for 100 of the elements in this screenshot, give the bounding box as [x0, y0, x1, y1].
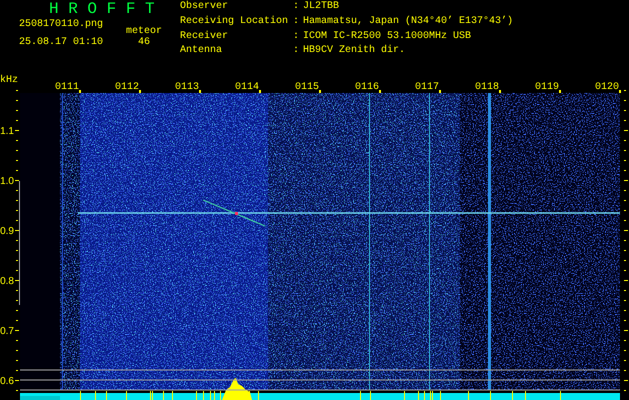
tick-mark	[624, 270, 626, 271]
station-value: JL2TBB	[303, 1, 340, 14]
tick-mark	[624, 300, 626, 301]
tick-mark	[624, 340, 626, 341]
tick-mark	[624, 110, 626, 111]
tick-mark	[624, 120, 626, 121]
date-time: 25.08.17 01:10	[19, 37, 104, 48]
tick-mark	[16, 210, 18, 211]
frequency-axis-label: 0.8	[0, 276, 14, 287]
time-axis-label: 0113	[174, 82, 199, 93]
tick-mark	[16, 110, 18, 111]
colon-separator: :	[293, 45, 300, 58]
tick-mark	[16, 270, 18, 271]
tick-mark	[16, 320, 18, 321]
tick-mark	[624, 280, 628, 281]
tick-mark	[624, 150, 626, 151]
tick-mark	[199, 90, 201, 93]
tick-mark	[16, 390, 18, 391]
tick-mark	[559, 90, 561, 93]
tick-mark	[16, 310, 18, 311]
colon-separator: :	[293, 16, 300, 29]
tick-mark	[15, 330, 19, 331]
axis-unit: kHz	[0, 75, 18, 86]
tick-mark	[16, 190, 18, 191]
station-label: Antenna	[180, 45, 224, 58]
file-name: 2508170110.png	[19, 19, 104, 30]
tick-mark	[319, 90, 321, 93]
station-value: Hamamatsu, Japan (N34°40’ E137°43’)	[303, 16, 514, 29]
station-value: ICOM IC-R2500 53.1000MHz USB	[303, 30, 472, 44]
colon-separator: :	[293, 30, 300, 44]
tick-mark	[16, 240, 18, 241]
time-axis-label: 0114	[234, 82, 259, 93]
frequency-axis-label: 0.6	[0, 376, 14, 387]
tick-mark	[624, 320, 626, 321]
tick-mark	[624, 370, 626, 371]
station-value: HB9CV Zenith dir.	[303, 45, 406, 58]
tick-mark	[16, 250, 18, 251]
time-axis-label: 0118	[474, 82, 499, 93]
station-label: Observer	[180, 1, 230, 14]
tick-mark	[15, 230, 19, 231]
tick-mark	[16, 340, 18, 341]
tick-mark	[139, 90, 141, 93]
tick-mark	[624, 310, 626, 311]
time-axis-label: 0115	[294, 82, 319, 93]
app-title: H R O F F T	[48, 1, 156, 18]
colon-separator: :	[293, 1, 300, 14]
frequency-axis-label: 1.1	[0, 126, 14, 137]
meteor-label: meteor	[126, 26, 162, 37]
tick-mark	[624, 210, 626, 211]
tick-mark	[16, 260, 18, 261]
time-axis-label: 0119	[534, 82, 559, 93]
tick-mark	[15, 280, 19, 281]
time-axis-label: 0112	[114, 82, 139, 93]
time-axis-label: 0111	[54, 82, 79, 93]
tick-mark	[15, 180, 19, 181]
tick-mark	[16, 90, 18, 91]
tick-mark	[379, 90, 381, 93]
tick-mark	[624, 130, 628, 131]
tick-mark	[16, 360, 18, 361]
tick-mark	[16, 160, 18, 161]
tick-mark	[499, 90, 501, 93]
tick-mark	[624, 330, 628, 331]
tick-mark	[624, 350, 626, 351]
tick-mark	[15, 130, 19, 131]
tick-mark	[624, 390, 626, 391]
tick-mark	[624, 140, 626, 141]
tick-mark	[624, 90, 626, 91]
tick-mark	[16, 290, 18, 291]
tick-mark	[624, 260, 626, 261]
tick-mark	[624, 100, 626, 101]
tick-mark	[79, 90, 81, 93]
tick-mark	[16, 100, 18, 101]
tick-mark	[624, 200, 626, 201]
frequency-axis-label: 1.0	[0, 176, 14, 187]
tick-mark	[439, 90, 441, 93]
tick-mark	[624, 220, 626, 221]
tick-mark	[16, 200, 18, 201]
tick-mark	[624, 190, 626, 191]
tick-mark	[624, 290, 626, 291]
tick-mark	[16, 170, 18, 171]
time-axis-label: 0116	[354, 82, 379, 93]
time-axis-label: 0117	[414, 82, 439, 93]
station-label: Receiver	[180, 30, 230, 44]
time-axis-label: 0120	[594, 82, 619, 93]
tick-mark	[16, 350, 18, 351]
meteor-count: 46	[138, 37, 150, 48]
frequency-axis-label: 0.7	[0, 326, 14, 337]
tick-mark	[624, 360, 626, 361]
tick-mark	[624, 180, 628, 181]
tick-mark	[16, 220, 18, 221]
tick-mark	[624, 230, 628, 231]
tick-mark	[624, 380, 628, 381]
tick-mark	[15, 380, 19, 381]
tick-mark	[16, 370, 18, 371]
tick-mark	[624, 240, 626, 241]
station-label: Receiving Location	[180, 16, 290, 29]
tick-mark	[624, 170, 626, 171]
tick-mark	[259, 90, 261, 93]
frequency-axis-label: 0.9	[0, 226, 14, 237]
tick-mark	[16, 300, 18, 301]
